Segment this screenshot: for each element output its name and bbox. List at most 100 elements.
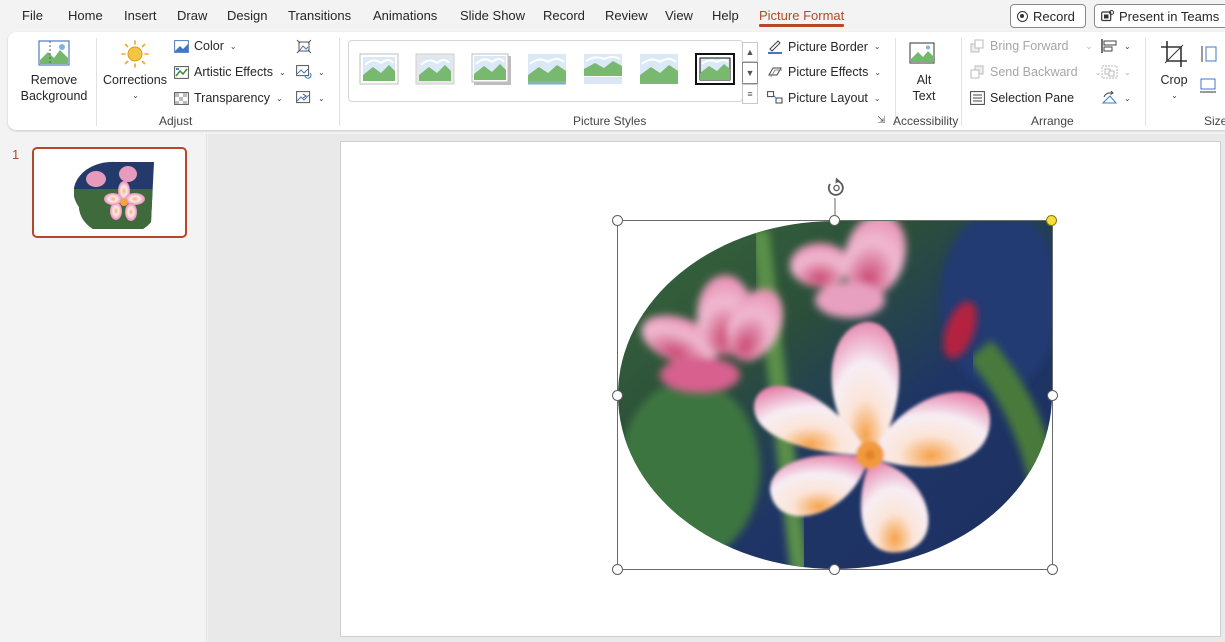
ribbon: Remove Background Corrections ⌄ Color ⌄ A… [8, 32, 1225, 130]
alt-text-button[interactable]: Alt Text [901, 40, 947, 104]
send-backward-label: Send Backward [990, 65, 1078, 79]
picture-layout-icon [767, 91, 783, 104]
bring-forward-icon [970, 39, 984, 53]
tab-picture-format[interactable]: Picture Format [759, 8, 845, 27]
chevron-down-icon: ⌄ [1124, 67, 1131, 77]
selection-pane-button[interactable]: Selection Pane [970, 91, 1074, 105]
shape-width-icon[interactable] [1199, 77, 1217, 95]
picture-style-beveled[interactable] [415, 53, 455, 85]
slide-thumbnail-1[interactable] [32, 147, 187, 238]
dialog-launcher-icon[interactable]: ⇲ [877, 115, 885, 126]
compress-pictures-button[interactable] [296, 39, 312, 54]
chevron-down-icon: ⌄ [275, 93, 283, 103]
picture-style-soft-edge[interactable] [639, 53, 679, 85]
separator [895, 38, 896, 126]
picture-border-button[interactable]: Picture Border ⌄ [767, 39, 881, 54]
adjust-group-label: Adjust [159, 114, 193, 128]
gallery-scroll-down[interactable]: ▼ [742, 62, 758, 84]
chevron-down-icon: ⌄ [1085, 41, 1093, 51]
resize-handle-left[interactable] [612, 390, 623, 401]
separator [1145, 38, 1146, 126]
resize-handle-top[interactable] [829, 215, 840, 226]
picture-border-label: Picture Border [788, 39, 868, 54]
chevron-down-icon: ⌄ [318, 93, 325, 103]
tab-record[interactable]: Record [543, 8, 585, 23]
align-icon [1101, 39, 1117, 53]
chevron-down-icon: ⌄ [1124, 41, 1131, 51]
alt-text-label-line1: Alt [916, 73, 932, 87]
slide[interactable] [340, 141, 1221, 637]
corrections-button[interactable]: Corrections ⌄ [102, 40, 168, 104]
resize-handle-bottom[interactable] [829, 564, 840, 575]
crop-button[interactable]: Crop ⌄ [1153, 40, 1195, 104]
resize-handle-bottom-left[interactable] [612, 564, 623, 575]
resize-handle-right[interactable] [1047, 390, 1058, 401]
remove-background-button[interactable]: Remove Background [18, 40, 90, 104]
picture-styles-group-label: Picture Styles [573, 114, 647, 128]
color-label: Color [194, 39, 224, 53]
gallery-more-button[interactable]: ≡ [742, 84, 758, 104]
remove-background-label-line2: Background [20, 89, 88, 103]
tab-home[interactable]: Home [68, 8, 103, 23]
tab-animations[interactable]: Animations [373, 8, 437, 23]
transparency-button[interactable]: Transparency ⌄ [174, 91, 283, 105]
picture-style-simple-frame[interactable] [359, 53, 399, 85]
resize-handle-top-left[interactable] [612, 215, 623, 226]
shape-adjust-handle[interactable] [1046, 215, 1057, 226]
tab-slide-show[interactable]: Slide Show [460, 8, 525, 23]
tab-file[interactable]: File [22, 8, 43, 23]
crop-icon [1161, 41, 1187, 67]
picture-effects-label: Picture Effects [788, 65, 869, 79]
change-picture-button[interactable]: ⌄ [296, 65, 325, 79]
separator [339, 38, 340, 126]
artistic-effects-icon [174, 65, 189, 79]
chevron-down-icon: ⌄ [318, 67, 325, 77]
resize-handle-bottom-right[interactable] [1047, 564, 1058, 575]
send-backward-button[interactable]: Send Backward ⌄ [970, 65, 1101, 79]
slide-thumbnail-pane: 1 [0, 134, 207, 642]
chevron-down-icon: ⌄ [873, 93, 881, 103]
align-button[interactable]: ⌄ [1101, 39, 1131, 53]
rotate-handle-icon[interactable] [824, 177, 848, 199]
transparency-icon [174, 91, 189, 105]
bring-forward-button[interactable]: Bring Forward ⌄ [970, 39, 1092, 53]
accessibility-group-label: Accessibility [893, 114, 959, 128]
chevron-down-icon: ⌄ [132, 91, 139, 100]
tab-design[interactable]: Design [227, 8, 267, 23]
record-button[interactable]: Record [1010, 4, 1086, 28]
record-icon [1017, 10, 1028, 22]
transparency-label: Transparency [194, 91, 270, 105]
gallery-scroll-up[interactable]: ▲ [742, 42, 758, 62]
separator [961, 38, 962, 126]
reset-picture-button[interactable]: ⌄ [296, 91, 325, 105]
selection-pane-label: Selection Pane [990, 91, 1075, 105]
tab-help[interactable]: Help [712, 8, 739, 23]
tab-view[interactable]: View [665, 8, 693, 23]
rotate-button[interactable]: ⌄ [1101, 91, 1131, 105]
tab-insert[interactable]: Insert [124, 8, 157, 23]
change-picture-icon [296, 65, 312, 79]
size-group-label: Size [1204, 114, 1225, 128]
picture-style-reflected[interactable] [583, 53, 623, 85]
tab-draw[interactable]: Draw [177, 8, 207, 23]
tab-review[interactable]: Review [605, 8, 648, 23]
picture-layout-button[interactable]: Picture Layout ⌄ [767, 91, 881, 105]
group-objects-icon [1101, 65, 1118, 79]
group-objects-button[interactable]: ⌄ [1101, 65, 1131, 79]
corrections-label: Corrections [103, 73, 167, 87]
chevron-down-icon: ⌄ [278, 67, 286, 77]
present-in-teams-button[interactable]: Present in Teams [1094, 4, 1225, 28]
color-button[interactable]: Color ⌄ [174, 39, 237, 53]
shape-height-icon[interactable] [1199, 45, 1217, 63]
picture-style-drop-shadow[interactable] [471, 53, 511, 85]
artistic-effects-label: Artistic Effects [194, 65, 273, 79]
picture-style-thick-black-frame[interactable] [695, 53, 735, 85]
tab-transitions[interactable]: Transitions [288, 8, 351, 23]
alt-text-icon [909, 42, 935, 64]
record-button-label: Record [1033, 8, 1075, 24]
separator [96, 38, 97, 126]
artistic-effects-button[interactable]: Artistic Effects ⌄ [174, 65, 286, 79]
menu-bar: File Home Insert Draw Design Transitions… [0, 0, 1225, 32]
picture-style-rounded-diagonal[interactable] [527, 53, 567, 85]
picture-effects-button[interactable]: Picture Effects ⌄ [767, 65, 881, 79]
